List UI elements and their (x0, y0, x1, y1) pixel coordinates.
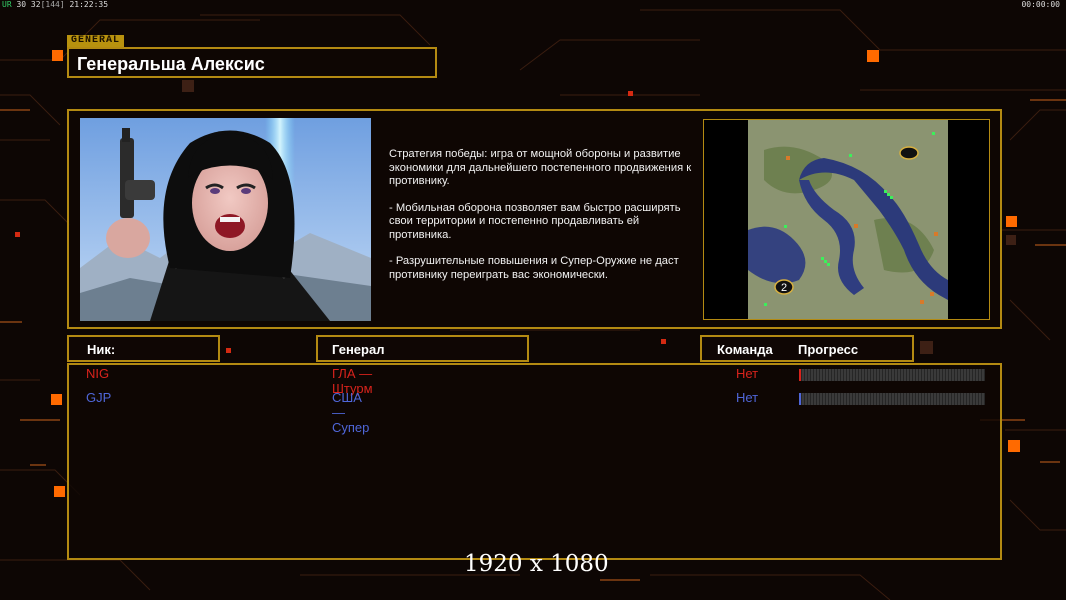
hud-fps-bracket: [144] (40, 0, 65, 9)
player-general: США — Супер (332, 390, 370, 435)
column-header-team-progress: Команда Прогресс (700, 335, 914, 362)
strategy-description: Стратегия победы: игра от мощной обороны… (389, 148, 694, 295)
player-team: Нет (736, 366, 759, 381)
description-paragraph: - Разрушительные повышения и Супер-Оружи… (389, 255, 679, 281)
game-timer: 00:00:00 (1021, 0, 1060, 9)
resolution-label: 1920 x 1080 (464, 551, 609, 577)
hud-flag: UR (2, 0, 12, 9)
general-portrait (80, 118, 371, 321)
map-preview: 2 (703, 119, 990, 320)
description-paragraph: - Мобильная оборона позволяет вам быстро… (389, 201, 681, 241)
general-header-label: Генерал (332, 342, 385, 357)
general-tag: GENERAL (67, 35, 125, 47)
column-header-nick: Ник: (67, 335, 220, 362)
player-nick: NIG (86, 366, 110, 381)
progress-bar-fill (799, 393, 801, 405)
progress-bar-fill (799, 369, 801, 381)
team-header-label: Команда (717, 342, 773, 357)
general-name: Генеральша Алексис (77, 54, 265, 74)
nick-header-label: Ник: (87, 342, 116, 357)
progress-bar (799, 393, 985, 405)
fps-readout: UR 30 32[144] 21:22:35 (2, 0, 108, 9)
player-team: Нет (736, 390, 759, 405)
description-paragraph: Стратегия победы: игра от мощной обороны… (389, 148, 692, 187)
player-nick: GJP (86, 390, 112, 405)
hud-clock: 21:22:35 (69, 0, 109, 9)
progress-bar (799, 369, 985, 381)
hud-fps: 30 32 (16, 0, 41, 9)
general-title-box: Генеральша Алексис (67, 47, 437, 78)
progress-header-label: Прогресс (798, 342, 859, 357)
start-position-marker: 2 (781, 282, 787, 294)
column-header-general: Генерал (316, 335, 529, 362)
